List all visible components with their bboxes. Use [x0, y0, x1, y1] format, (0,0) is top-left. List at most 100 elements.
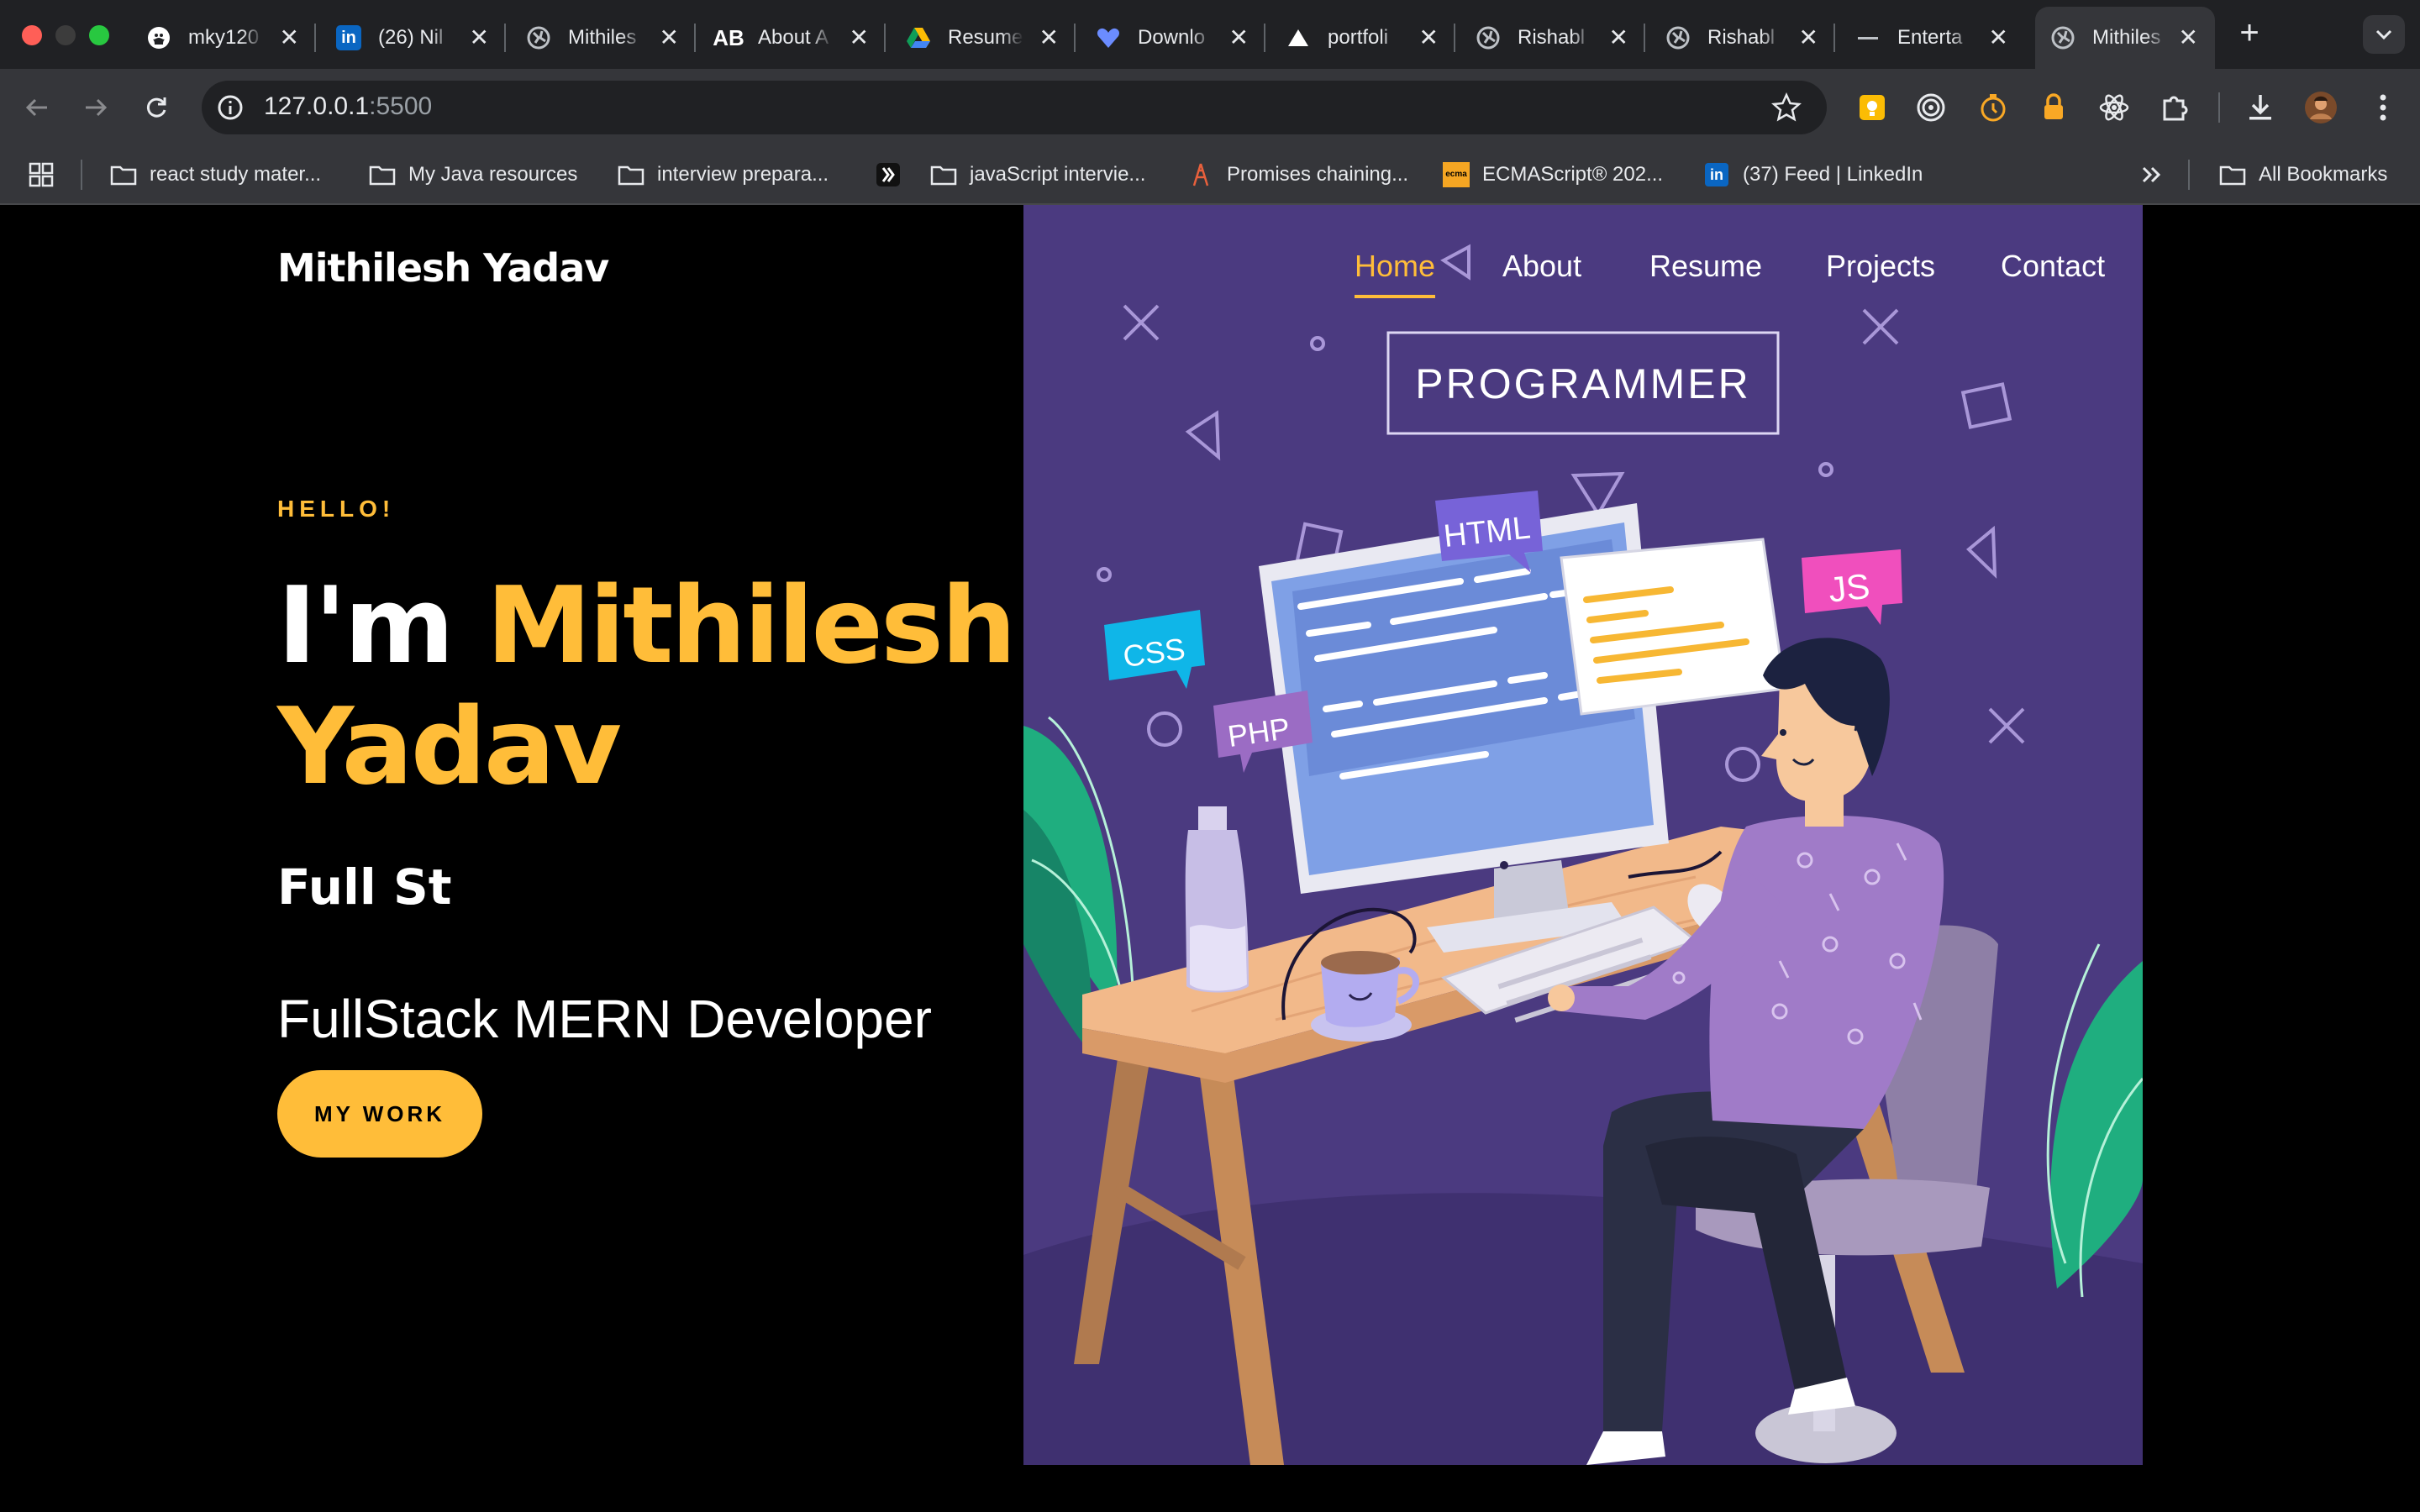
back-button[interactable]	[18, 89, 55, 126]
close-tab-icon[interactable]: ✕	[850, 25, 869, 50]
nav-active-underline	[1355, 295, 1435, 298]
portfolio-page: PROGRAMMER HTML JS CSS PHP Mithilesh Yad…	[0, 205, 2420, 1512]
dash-icon	[1855, 25, 1881, 50]
bookmark-item[interactable]	[874, 160, 914, 190]
extension-target-icon[interactable]	[1912, 89, 1949, 126]
programmer-illustration: PROGRAMMER HTML JS CSS PHP	[1023, 244, 2143, 1465]
ecma-icon: ecma	[1442, 162, 1470, 187]
globe-icon	[2050, 25, 2075, 50]
browser-tab[interactable]: Rishabl ✕	[1645, 7, 1835, 69]
bookmark-label: react study mater...	[150, 163, 322, 186]
tab-title: Mithiles	[568, 26, 637, 49]
browser-tab[interactable]: AB About A ✕	[696, 7, 886, 69]
browser-tab[interactable]: Rishabl ✕	[1455, 7, 1645, 69]
avatar[interactable]	[2302, 89, 2339, 126]
globe-icon	[526, 25, 551, 50]
tab-title: portfoli	[1328, 26, 1389, 49]
bookmark-item[interactable]: My Java resources	[368, 160, 577, 190]
chevron-double-right-icon	[2142, 166, 2161, 183]
bookmarks-overflow-button[interactable]	[2141, 160, 2163, 190]
bookmark-label: interview prepara...	[657, 163, 829, 186]
tab-strip: mky120 ✕ in (26) Nil ✕ Mithiles ✕ AB Abo…	[0, 0, 2420, 69]
globe-icon	[1476, 25, 1501, 50]
bookmark-item[interactable]: interview prepara...	[617, 160, 829, 190]
bookmarks-bar: react study mater... My Java resources i…	[0, 146, 2420, 205]
bookmark-item[interactable]: javaScript intervie...	[929, 160, 1145, 190]
nav-home[interactable]: Home	[1355, 249, 1435, 284]
close-tab-icon[interactable]: ✕	[280, 25, 299, 50]
browser-menu-icon[interactable]	[2365, 89, 2402, 126]
close-tab-icon[interactable]: ✕	[1609, 25, 1628, 50]
star-icon[interactable]	[1771, 92, 1802, 123]
hero-intro: I'm	[277, 564, 455, 687]
bookmark-item[interactable]: ecma ECMAScript® 202...	[1442, 160, 1663, 190]
tab-title: Resume	[948, 26, 1023, 49]
apps-button[interactable]	[29, 160, 54, 190]
bookmark-item[interactable]: react study mater...	[109, 160, 321, 190]
hero-last-name: Yadav	[277, 685, 622, 808]
extension-lock-icon[interactable]	[2035, 89, 2072, 126]
my-work-button[interactable]: MY WORK	[277, 1070, 482, 1158]
hero-heading-line1: I'm Mithilesh	[277, 573, 1017, 679]
url-text[interactable]: 127.0.0.1:5500	[264, 92, 432, 121]
close-tab-icon[interactable]: ✕	[1989, 25, 2008, 50]
browser-tab[interactable]: mky120 ✕	[126, 7, 316, 69]
close-window-button[interactable]	[22, 25, 42, 45]
close-tab-icon[interactable]: ✕	[1419, 25, 1439, 50]
bookmark-label: Promises chaining...	[1227, 163, 1409, 186]
browser-tab[interactable]: Resume ✕	[886, 7, 1076, 69]
site-logo[interactable]: Mithilesh Yadav	[277, 245, 609, 291]
extension-keep-icon[interactable]	[1854, 89, 1891, 126]
download-icon[interactable]	[2242, 89, 2279, 126]
zoom-window-button[interactable]	[89, 25, 109, 45]
close-tab-icon[interactable]: ✕	[1799, 25, 1818, 50]
chevron-down-icon	[2375, 29, 2392, 40]
tab-title: Enterta	[1897, 26, 1963, 49]
close-tab-icon[interactable]: ✕	[470, 25, 489, 50]
folder-icon	[368, 163, 397, 186]
bookmark-label: My Java resources	[408, 163, 578, 186]
extensions-puzzle-icon[interactable]	[2156, 89, 2193, 126]
browser-tab[interactable]: Downlo ✕	[1076, 7, 1265, 69]
nav-contact[interactable]: Contact	[2001, 249, 2105, 284]
apps-grid-icon	[29, 162, 54, 187]
browser-tab[interactable]: Mithiles ✕	[506, 7, 696, 69]
github-icon	[146, 25, 171, 50]
browser-tab[interactable]: portfoli ✕	[1265, 7, 1455, 69]
reload-icon	[146, 97, 166, 118]
app-icon	[874, 163, 902, 186]
browser-tab[interactable]: in (26) Nil ✕	[316, 7, 506, 69]
close-tab-icon[interactable]: ✕	[2179, 25, 2198, 50]
tab-search-button[interactable]	[2363, 15, 2405, 54]
tab-title: Rishabl	[1518, 26, 1586, 49]
ab-logo-icon: AB	[713, 24, 744, 50]
nav-about[interactable]: About	[1502, 249, 1581, 284]
hero-first-name: Mithilesh	[486, 564, 1017, 687]
forward-button[interactable]	[77, 89, 114, 126]
browser-tab[interactable]: Enterta ✕	[1835, 7, 2025, 69]
linkedin-icon: in	[336, 25, 361, 50]
nav-projects[interactable]: Projects	[1826, 249, 1935, 284]
bookmark-item[interactable]: in (37) Feed | LinkedIn	[1702, 160, 1923, 190]
tab-title: Rishabl	[1707, 26, 1776, 49]
arrow-left-icon	[25, 98, 47, 117]
new-tab-button[interactable]: +	[2230, 13, 2269, 52]
minimize-window-button[interactable]	[55, 25, 76, 45]
tab-title: Mithiles	[2092, 26, 2161, 49]
extension-react-icon[interactable]	[2096, 89, 2133, 126]
close-tab-icon[interactable]: ✕	[1039, 25, 1059, 50]
programmer-sign-text: PROGRAMMER	[1415, 360, 1750, 407]
bookmark-item[interactable]: Promises chaining...	[1186, 160, 1408, 190]
heart-icon	[1096, 25, 1121, 50]
browser-tab-active[interactable]: Mithiles ✕	[2035, 7, 2215, 69]
close-tab-icon[interactable]: ✕	[1229, 25, 1249, 50]
close-tab-icon[interactable]: ✕	[660, 25, 679, 50]
all-bookmarks-button[interactable]: All Bookmarks	[2218, 160, 2387, 190]
browser-toolbar: 127.0.0.1:5500	[0, 69, 2420, 146]
extension-timer-icon[interactable]	[1975, 89, 2012, 126]
reload-button[interactable]	[138, 89, 175, 126]
nav-resume[interactable]: Resume	[1649, 249, 1762, 284]
site-info-icon[interactable]	[217, 94, 244, 121]
address-bar[interactable]: 127.0.0.1:5500	[202, 81, 1827, 134]
folder-icon	[929, 163, 958, 186]
